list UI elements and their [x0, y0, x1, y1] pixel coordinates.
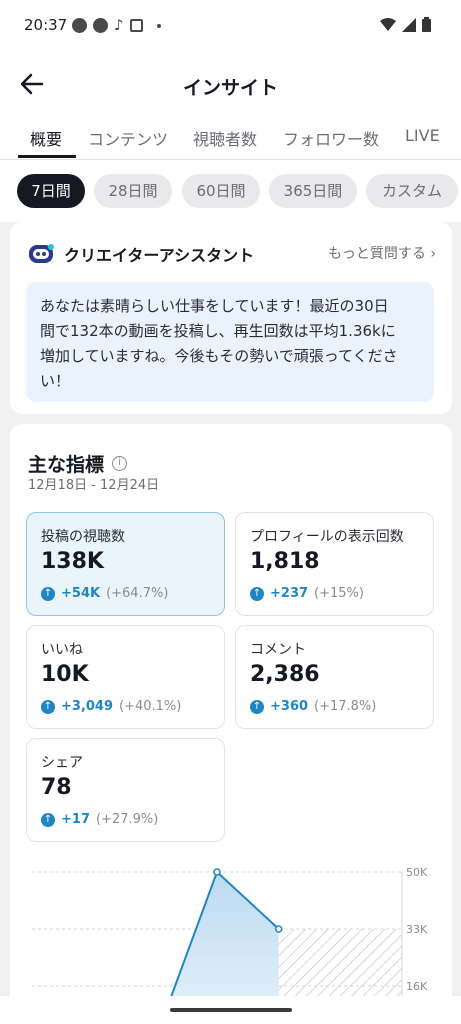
- metric-label: プロフィールの表示回数: [250, 529, 404, 545]
- assistant-robot-icon: [29, 244, 54, 263]
- tab-viewers[interactable]: 視聴者数: [193, 126, 257, 150]
- delta-percent: (+17.8%): [314, 699, 377, 714]
- metric-value: 138K: [41, 549, 104, 574]
- delta-percent: (+64.7%): [106, 586, 169, 601]
- system-icons: [380, 17, 431, 32]
- incomplete-period-hatch: [278, 929, 402, 1002]
- y-tick-label: 16K: [406, 980, 428, 993]
- y-tick-label: 50K: [406, 866, 428, 879]
- metric-profile-views[interactable]: プロフィールの表示回数 1,818 ↑ +237 (+15%): [235, 512, 434, 616]
- key-metrics-card: 主な指標 i 12月18日 - 12月24日 投稿の視聴数 138K ↑ +54…: [10, 424, 452, 1024]
- app-header: インサイト: [0, 56, 461, 114]
- date-range: 12月18日 - 12月24日: [28, 478, 160, 493]
- delta-number: +3,049: [61, 699, 114, 714]
- metric-delta: ↑ +237 (+15%): [250, 586, 364, 601]
- delta-number: +17: [61, 812, 90, 827]
- metric-delta: ↑ +360 (+17.8%): [250, 699, 376, 714]
- signal-icon: [402, 17, 416, 32]
- tab-bar: 概要 コンテンツ 視聴者数 フォロワー数 LIVE: [0, 114, 461, 160]
- period-7-days[interactable]: 7日間: [17, 174, 85, 208]
- status-bar: 20:37 ♪: [0, 0, 461, 56]
- metric-likes[interactable]: いいね 10K ↑ +3,049 (+40.1%): [26, 625, 225, 729]
- arrow-up-icon: ↑: [41, 812, 55, 827]
- metric-value: 1,818: [250, 549, 320, 574]
- key-metrics-title-row: 主な指標 i: [28, 450, 128, 477]
- metric-label: いいね: [41, 642, 83, 658]
- period-selector: 7日間 28日間 60日間 365日間 カスタム: [0, 160, 461, 222]
- wifi-icon: [380, 17, 396, 31]
- period-custom[interactable]: カスタム: [366, 174, 458, 208]
- active-tab-indicator: [18, 155, 76, 158]
- tab-content[interactable]: コンテンツ: [88, 126, 168, 150]
- views-chart: 50K 33K 16K: [32, 866, 428, 1002]
- metric-value: 78: [41, 775, 72, 800]
- delta-number: +54K: [61, 586, 101, 601]
- assistant-message-line: 間で132本の動画を投稿し、再生回数は平均1.36kに: [40, 322, 396, 340]
- tab-overview[interactable]: 概要: [30, 126, 62, 150]
- home-gesture-handle[interactable]: [170, 1008, 292, 1012]
- views-area: [93, 872, 279, 1002]
- metric-delta: ↑ +17 (+27.9%): [41, 812, 158, 827]
- period-365-days[interactable]: 365日間: [269, 174, 357, 208]
- app-notification-icon: [72, 18, 87, 33]
- tab-followers[interactable]: フォロワー数: [283, 126, 379, 150]
- assistant-header: クリエイターアシスタント: [28, 242, 254, 266]
- metric-delta: ↑ +54K (+64.7%): [41, 586, 168, 601]
- period-60-days[interactable]: 60日間: [182, 174, 260, 208]
- delta-percent: (+27.9%): [95, 812, 159, 827]
- delta-number: +360: [270, 699, 309, 714]
- metric-label: 投稿の視聴数: [41, 529, 125, 545]
- gesture-nav-bar: [0, 996, 461, 1024]
- metric-label: コメント: [250, 642, 306, 658]
- metric-value: 10K: [41, 662, 89, 687]
- info-icon[interactable]: i: [112, 456, 128, 471]
- more-notifications-dot-icon: [156, 23, 161, 28]
- creator-assistant-card: クリエイターアシスタント もっと質問する › あなたは素晴らしい仕事をしています…: [10, 222, 452, 414]
- chevron-right-icon: ›: [430, 246, 436, 262]
- assistant-message: あなたは素晴らしい仕事をしています！最近の30日 間で132本の動画を投稿し、再…: [26, 282, 434, 402]
- notification-icons: ♪: [72, 18, 161, 33]
- status-time: 20:37: [24, 16, 68, 34]
- metric-label: シェア: [41, 755, 83, 771]
- assistant-message-line: い！: [40, 372, 71, 390]
- screenshot-notification-icon: [129, 19, 143, 32]
- chart-point[interactable]: [213, 868, 221, 876]
- arrow-up-icon: ↑: [41, 699, 55, 714]
- metric-delta: ↑ +3,049 (+40.1%): [41, 699, 181, 714]
- delta-number: +237: [270, 586, 309, 601]
- metric-value: 2,386: [250, 662, 320, 687]
- arrow-up-icon: ↑: [41, 586, 55, 601]
- assistant-message-line: 増加していますね。今後もその勢いで頑張ってくださ: [40, 347, 398, 365]
- chart-point[interactable]: [274, 925, 283, 933]
- battery-icon: [422, 17, 431, 32]
- arrow-up-icon: ↑: [250, 586, 264, 601]
- assistant-message-line: あなたは素晴らしい仕事をしています！最近の30日: [40, 297, 389, 315]
- tiktok-notification-icon: ♪: [114, 16, 124, 34]
- metric-shares[interactable]: シェア 78 ↑ +17 (+27.9%): [26, 738, 225, 842]
- key-metrics-title: 主な指標: [28, 454, 105, 476]
- tab-live[interactable]: LIVE: [405, 126, 440, 145]
- assistant-title: クリエイターアシスタント: [64, 246, 255, 265]
- arrow-up-icon: ↑: [250, 699, 264, 714]
- period-28-days[interactable]: 28日間: [94, 174, 172, 208]
- ask-more-link[interactable]: もっと質問する ›: [328, 243, 436, 263]
- metric-post-views[interactable]: 投稿の視聴数 138K ↑ +54K (+64.7%): [26, 512, 225, 616]
- y-tick-label: 33K: [406, 923, 428, 936]
- ask-more-label: もっと質問する: [327, 246, 426, 262]
- delta-percent: (+15%): [314, 586, 364, 601]
- delta-percent: (+40.1%): [119, 699, 182, 714]
- chat-notification-icon: [93, 18, 108, 33]
- page-title: インサイト: [182, 77, 278, 99]
- metric-comments[interactable]: コメント 2,386 ↑ +360 (+17.8%): [235, 625, 434, 729]
